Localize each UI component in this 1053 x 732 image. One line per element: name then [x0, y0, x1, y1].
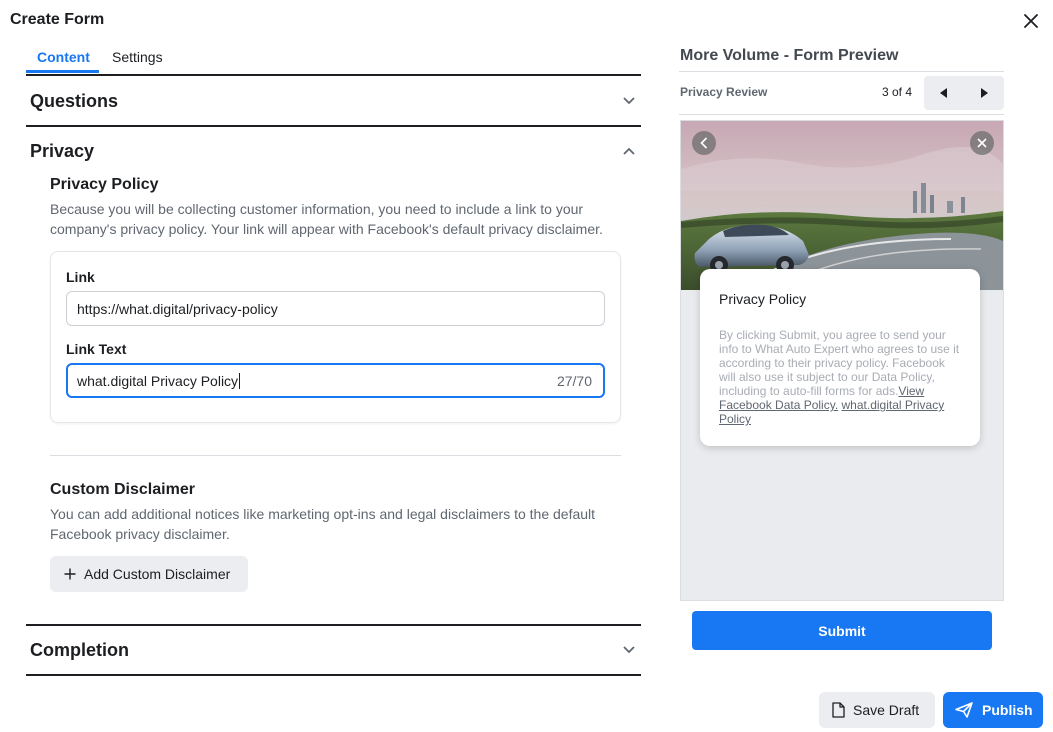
tab-settings[interactable]: Settings	[112, 49, 163, 65]
section-divider	[26, 624, 641, 626]
save-draft-button[interactable]: Save Draft	[819, 692, 935, 728]
close-icon	[1024, 14, 1038, 28]
privacy-policy-title: Privacy Policy	[50, 176, 159, 193]
link-label: Link	[66, 269, 95, 285]
preview-previous-button[interactable]	[924, 76, 964, 110]
submit-button[interactable]: Submit	[692, 611, 992, 650]
link-text-label: Link Text	[66, 341, 127, 357]
publish-button[interactable]: Publish	[943, 692, 1043, 728]
tab-bar: Content Settings	[26, 44, 641, 76]
publish-label: Publish	[982, 702, 1033, 718]
subsection-divider	[50, 455, 621, 456]
chevron-left-icon	[700, 137, 708, 149]
caret-left-icon	[940, 88, 947, 98]
chevron-up-icon[interactable]	[620, 142, 638, 160]
text-caret	[239, 372, 241, 389]
active-tab-indicator	[26, 70, 99, 73]
caret-right-icon	[981, 88, 988, 98]
custom-disclaimer-title: Custom Disclaimer	[50, 481, 195, 498]
cover-photo-illustration	[681, 121, 1003, 290]
preview-next-button[interactable]	[964, 76, 1004, 110]
close-icon	[977, 138, 987, 148]
preview-title: More Volume - Form Preview	[680, 47, 899, 64]
section-divider	[26, 674, 641, 676]
chevron-down-icon[interactable]	[620, 92, 638, 110]
custom-disclaimer-description: You can add additional notices like mark…	[50, 506, 596, 542]
tab-content[interactable]: Content	[37, 49, 90, 65]
link-input-value: https://what.digital/privacy-policy	[77, 300, 278, 317]
privacy-policy-description: Because you will be collecting customer …	[50, 201, 603, 237]
preview-screen-label: Privacy Review	[680, 85, 768, 99]
paper-plane-icon	[955, 702, 973, 718]
character-counter: 27/70	[556, 372, 592, 389]
preview-close-button[interactable]	[970, 131, 994, 155]
privacy-preview-card: Privacy Policy By clicking Submit, you a…	[700, 269, 980, 446]
add-custom-disclaimer-button[interactable]: Add Custom Disclaimer	[50, 556, 248, 592]
document-icon	[832, 702, 845, 718]
section-privacy-header[interactable]: Privacy	[30, 141, 94, 162]
privacy-preview-title: Privacy Policy	[719, 291, 807, 307]
add-custom-disclaimer-label: Add Custom Disclaimer	[84, 566, 231, 582]
section-divider	[26, 125, 641, 127]
save-draft-label: Save Draft	[853, 702, 920, 718]
section-completion-header[interactable]: Completion	[30, 640, 129, 661]
car-cover-image	[681, 121, 1003, 290]
link-text-input[interactable]: what.digital Privacy Policy 27/70	[66, 363, 605, 398]
preview-page-count: 3 of 4	[882, 85, 913, 99]
chevron-down-icon[interactable]	[620, 641, 638, 659]
preview-back-button[interactable]	[692, 131, 716, 155]
dialog-title: Create Form	[10, 11, 105, 28]
link-input[interactable]: https://what.digital/privacy-policy	[66, 291, 605, 326]
link-text-input-value: what.digital Privacy Policy	[77, 372, 239, 389]
privacy-preview-text: By clicking Submit, you agree to send yo…	[719, 328, 964, 426]
close-button[interactable]	[1019, 9, 1043, 33]
plus-icon	[64, 568, 76, 580]
section-questions-header[interactable]: Questions	[30, 91, 118, 112]
